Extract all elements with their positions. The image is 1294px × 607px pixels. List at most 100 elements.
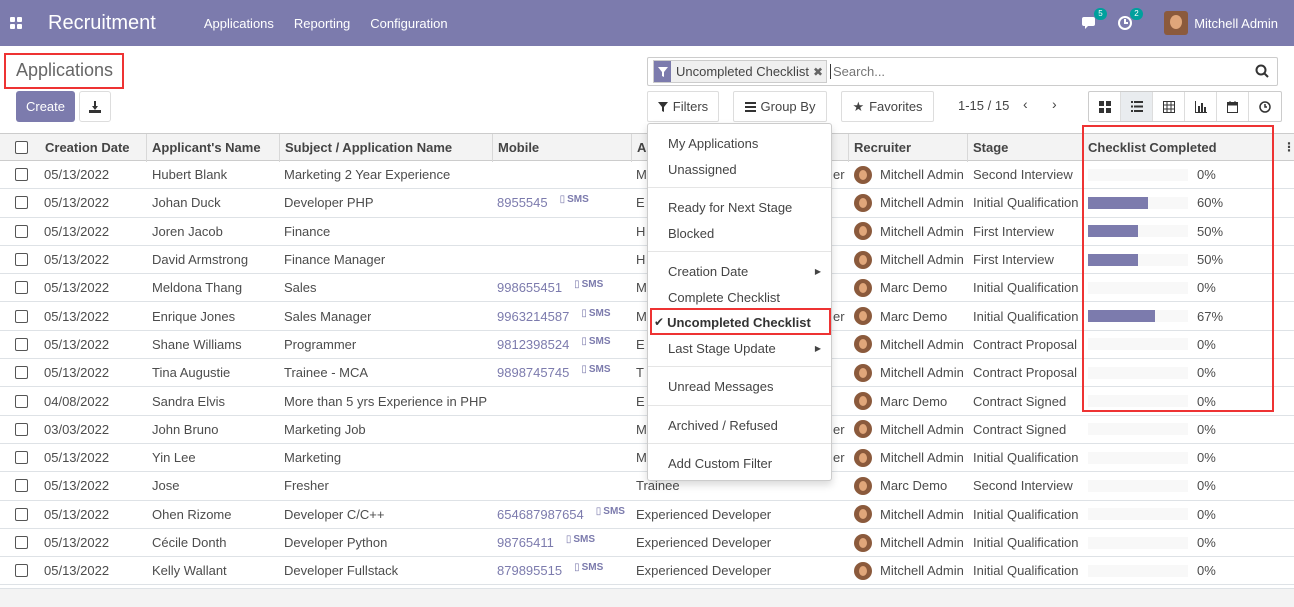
mobile-number[interactable]: 998655451 — [497, 280, 562, 295]
search-icon[interactable] — [1255, 64, 1269, 78]
col-recruiter[interactable]: Recruiter — [854, 134, 911, 160]
row-checkbox[interactable] — [15, 529, 28, 556]
activity-view-icon[interactable] — [1249, 92, 1281, 121]
applicant-name: Cécile Donth — [152, 535, 227, 551]
favorites-button[interactable]: ★ Favorites — [841, 91, 934, 122]
filter-unassigned[interactable]: Unassigned — [648, 158, 831, 180]
applicant-name: Sandra Elvis — [152, 393, 225, 409]
sms-button[interactable]: ▯ SMS — [560, 194, 589, 205]
filter-add-custom-filter[interactable]: Add Custom Filter — [648, 452, 831, 474]
facet-remove-icon[interactable]: ✖ — [813, 65, 826, 79]
mobile-number[interactable]: 9898745745 — [497, 365, 569, 380]
filter-my-applications[interactable]: My Applications — [648, 132, 831, 154]
graph-view-icon[interactable] — [1185, 92, 1217, 121]
sms-button[interactable]: ▯ SMS — [581, 308, 610, 319]
sms-button[interactable]: ▯ SMS — [566, 534, 595, 545]
col-applicant-name[interactable]: Applicant's Name — [152, 134, 261, 160]
mobile-number[interactable]: 9963214587 — [497, 309, 569, 324]
col-stage[interactable]: Stage — [973, 134, 1008, 160]
row-checkbox[interactable] — [15, 387, 28, 414]
row-checkbox[interactable] — [15, 303, 28, 330]
apps-menu-icon[interactable] — [0, 0, 32, 46]
menu-configuration[interactable]: Configuration — [370, 16, 447, 31]
recruiter-name: Marc Demo — [880, 308, 948, 324]
recruiter-name: Mitchell Admin — [880, 535, 964, 551]
mobile-number[interactable]: 9812398524 — [497, 337, 569, 352]
row-checkbox[interactable] — [15, 472, 28, 499]
applied-job: M — [636, 308, 647, 324]
filter-ready-for-next-stage[interactable]: Ready for Next Stage — [648, 196, 831, 218]
filter-label: My Applications — [668, 135, 759, 151]
create-button[interactable]: Create — [16, 91, 75, 122]
row-checkbox[interactable] — [15, 444, 28, 471]
mobile-number[interactable]: 654687987654 — [497, 507, 584, 522]
pager-previous-icon[interactable]: ‹ — [1023, 96, 1028, 112]
sms-button[interactable]: ▯ SMS — [574, 562, 603, 573]
applied-job: M — [636, 450, 647, 466]
pager-value[interactable]: 1-15 / 15 — [958, 98, 1009, 113]
row-checkbox[interactable] — [15, 331, 28, 358]
filter-creation-date[interactable]: Creation Date ▶ — [648, 260, 831, 282]
stage: Second Interview — [973, 167, 1073, 183]
col-creation-date[interactable]: Creation Date — [45, 134, 130, 160]
filter-blocked[interactable]: Blocked — [648, 222, 831, 244]
table-row[interactable]: 05/13/2022 Cécile Donth Developer Python 98… — [0, 529, 1294, 558]
group-by-button[interactable]: Group By — [733, 91, 827, 122]
list-view-icon[interactable] — [1121, 92, 1153, 121]
mobile-number[interactable]: 98765411 — [497, 535, 554, 550]
row-checkbox[interactable] — [15, 189, 28, 216]
row-checkbox[interactable] — [15, 274, 28, 301]
mobile-number[interactable]: 879895515 — [497, 563, 562, 578]
filters-button[interactable]: Filters — [647, 91, 719, 122]
activities-button[interactable]: 2 — [1118, 8, 1143, 30]
col-mobile[interactable]: Mobile — [498, 134, 539, 160]
table-row[interactable]: 05/13/2022 Kelly Wallant Developer Fullsta… — [0, 557, 1294, 586]
row-checkbox[interactable] — [15, 501, 28, 528]
user-menu[interactable]: Mitchell Admin — [1164, 11, 1278, 35]
filter-complete-checklist[interactable]: Complete Checklist — [648, 286, 831, 308]
subject: Marketing 2 Year Experience — [284, 167, 451, 183]
kanban-view-icon[interactable] — [1089, 92, 1121, 121]
checklist-progress-bar — [1088, 501, 1188, 528]
filter-label: Last Stage Update — [668, 340, 776, 356]
recruiter-avatar — [854, 533, 872, 552]
sms-button[interactable]: ▯ SMS — [581, 336, 610, 347]
table-row[interactable]: 05/13/2022 Ohen Rizome Developer C/C++ 6546… — [0, 501, 1294, 529]
pager-next-icon[interactable]: › — [1052, 96, 1057, 112]
filter-archived-refused[interactable]: Archived / Refused — [648, 414, 831, 436]
row-checkbox[interactable] — [15, 246, 28, 273]
app-title[interactable]: Recruitment — [48, 12, 156, 35]
messages-button[interactable]: 5 — [1082, 8, 1107, 30]
column-separator — [279, 134, 280, 162]
recruiter-cell: Mitchell Admin — [854, 359, 964, 386]
download-button[interactable] — [79, 91, 111, 122]
creation-date: 05/13/2022 — [44, 308, 110, 324]
creation-date: 05/13/2022 — [44, 535, 110, 551]
search-input[interactable] — [830, 64, 1251, 79]
col-applied-job[interactable]: A — [637, 134, 646, 160]
menu-applications[interactable]: Applications — [204, 16, 274, 31]
filter-last-stage-update[interactable]: Last Stage Update ▶ — [648, 337, 831, 359]
star-icon: ★ — [852, 98, 865, 114]
pivot-view-icon[interactable] — [1153, 92, 1185, 121]
recruiter-cell: Mitchell Admin — [854, 246, 964, 273]
col-subject[interactable]: Subject / Application Name — [285, 134, 452, 160]
optional-columns-icon[interactable]: ⋮ — [1283, 134, 1294, 160]
calendar-view-icon[interactable] — [1217, 92, 1249, 121]
sms-button[interactable]: ▯ SMS — [581, 364, 610, 375]
row-checkbox[interactable] — [15, 557, 28, 584]
sms-button[interactable]: ▯ SMS — [596, 506, 625, 517]
applicant-name: Tina Augustie — [152, 365, 231, 381]
filter-unread-messages[interactable]: Unread Messages — [648, 375, 831, 397]
row-checkbox[interactable] — [15, 416, 28, 443]
mobile-phone-icon: ▯ — [565, 534, 572, 546]
row-checkbox[interactable] — [15, 359, 28, 386]
row-checkbox[interactable] — [15, 161, 28, 188]
select-all-checkbox[interactable] — [15, 134, 28, 160]
row-checkbox[interactable] — [15, 218, 28, 245]
recruiter-avatar — [854, 165, 872, 184]
menu-reporting[interactable]: Reporting — [294, 16, 350, 31]
mobile-number[interactable]: 8955545 — [497, 195, 548, 210]
sms-button[interactable]: ▯ SMS — [574, 279, 603, 290]
sms-label: SMS — [573, 534, 596, 546]
